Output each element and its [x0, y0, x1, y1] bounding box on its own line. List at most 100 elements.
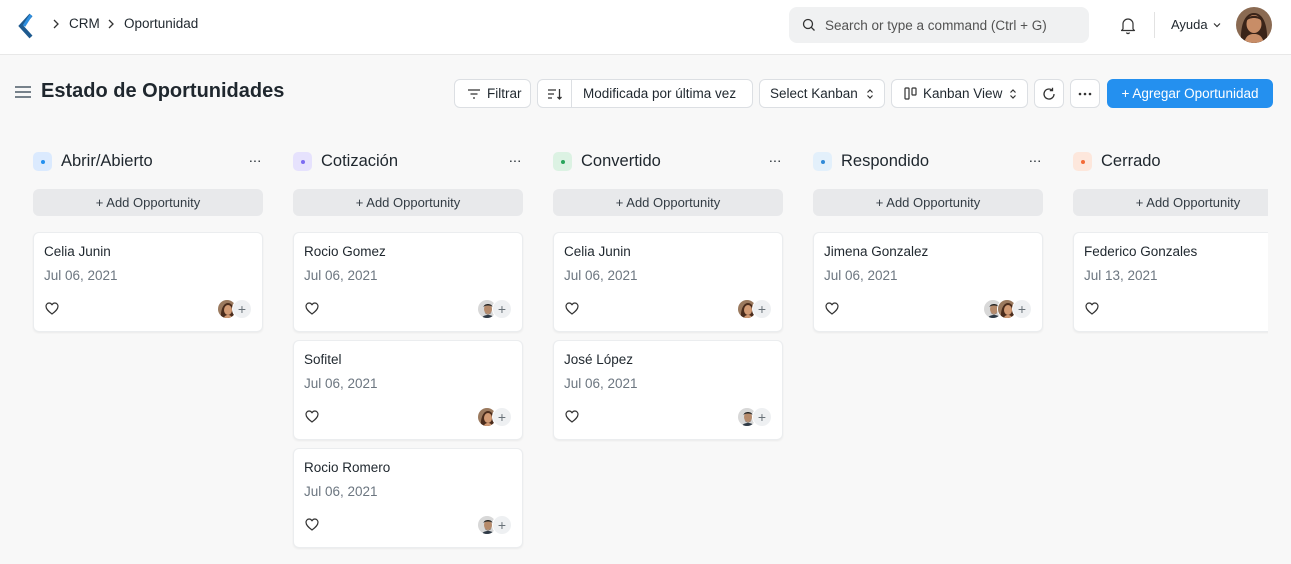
add-assignee-button[interactable]: +	[492, 407, 512, 427]
column-header: Cotización ···	[293, 150, 523, 174]
kanban-card[interactable]: Celia Junin Jul 06, 2021 +	[33, 232, 263, 332]
column-title[interactable]: Respondido	[841, 152, 929, 171]
view-switcher-button[interactable]: Kanban View	[891, 79, 1028, 108]
like-heart-icon[interactable]	[305, 410, 319, 423]
card-date: Jul 06, 2021	[44, 268, 118, 283]
sort-group: Modificada por última vez	[537, 79, 753, 108]
card-date: Jul 06, 2021	[304, 376, 378, 391]
column-menu-button[interactable]: ···	[1029, 152, 1042, 168]
column-header: Cerrado	[1073, 150, 1291, 174]
navbar-divider	[1154, 12, 1155, 38]
like-heart-icon[interactable]	[1085, 302, 1099, 315]
card-title: Celia Junin	[564, 244, 631, 259]
add-card-button[interactable]: + Add Opportunity	[813, 189, 1043, 216]
like-heart-icon[interactable]	[825, 302, 839, 315]
breadcrumb-crm[interactable]: CRM	[69, 16, 100, 31]
column-indicator	[553, 152, 572, 171]
column-menu-button[interactable]: ···	[509, 152, 522, 168]
card-date: Jul 06, 2021	[304, 268, 378, 283]
board-overflow-edge	[1268, 140, 1291, 564]
add-card-button[interactable]: + Add Opportunity	[33, 189, 263, 216]
select-kanban-button[interactable]: Select Kanban	[759, 79, 885, 108]
column-indicator	[813, 152, 832, 171]
column-title[interactable]: Abrir/Abierto	[61, 152, 153, 171]
column-indicator	[33, 152, 52, 171]
card-title: Federico Gonzales	[1084, 244, 1198, 259]
card-assignees: +	[217, 299, 252, 319]
like-heart-icon[interactable]	[305, 302, 319, 315]
more-actions-button[interactable]	[1070, 79, 1100, 108]
add-card-button[interactable]: + Add Opportunity	[1073, 189, 1291, 216]
select-arrows-icon	[866, 88, 873, 99]
add-opportunity-label: + Agregar Oportunidad	[1121, 86, 1259, 101]
card-title: Sofitel	[304, 352, 342, 367]
search-bar[interactable]	[789, 7, 1089, 43]
chevron-right-icon	[53, 19, 59, 29]
add-card-button[interactable]: + Add Opportunity	[293, 189, 523, 216]
breadcrumb-oportunidad[interactable]: Oportunidad	[124, 16, 198, 31]
search-icon	[802, 18, 815, 31]
card-date: Jul 13, 2021	[1084, 268, 1158, 283]
add-assignee-button[interactable]: +	[232, 299, 252, 319]
kanban-card[interactable]: Federico Gonzales Jul 13, 2021	[1073, 232, 1291, 332]
column-header: Abrir/Abierto ···	[33, 150, 263, 174]
like-heart-icon[interactable]	[565, 302, 579, 315]
sort-direction-button[interactable]	[538, 80, 572, 107]
card-title: Celia Junin	[44, 244, 111, 259]
refresh-icon	[1043, 87, 1055, 100]
column-menu-button[interactable]: ···	[249, 152, 262, 168]
kanban-card[interactable]: José López Jul 06, 2021 +	[553, 340, 783, 440]
filter-button[interactable]: Filtrar	[454, 79, 531, 108]
view-label: Kanban View	[923, 86, 1003, 101]
select-kanban-label: Select Kanban	[770, 86, 858, 101]
like-heart-icon[interactable]	[565, 410, 579, 423]
kanban-card[interactable]: Celia Junin Jul 06, 2021 +	[553, 232, 783, 332]
card-assignees: +	[737, 299, 772, 319]
card-title: José López	[564, 352, 634, 367]
kanban-card[interactable]: Rocio Romero Jul 06, 2021 +	[293, 448, 523, 548]
column-title[interactable]: Convertido	[581, 152, 661, 171]
column-header: Respondido ···	[813, 150, 1043, 174]
column-title[interactable]: Cerrado	[1101, 152, 1161, 171]
add-assignee-button[interactable]: +	[492, 515, 512, 535]
notification-bell-icon[interactable]	[1119, 16, 1137, 35]
kanban-card[interactable]: Jimena Gonzalez Jul 06, 2021 +	[813, 232, 1043, 332]
chevron-right-icon	[108, 19, 114, 29]
select-arrows-icon	[1010, 88, 1017, 99]
like-heart-icon[interactable]	[45, 302, 59, 315]
app-logo-icon[interactable]	[18, 13, 34, 39]
add-assignee-button[interactable]: +	[492, 299, 512, 319]
sort-field-button[interactable]: Modificada por última vez	[583, 86, 736, 101]
card-assignees: +	[737, 407, 772, 427]
kanban-card[interactable]: Sofitel Jul 06, 2021 +	[293, 340, 523, 440]
card-assignees: +	[983, 299, 1032, 319]
page-title: Estado de Oportunidades	[41, 80, 285, 102]
filter-label: Filtrar	[487, 86, 522, 101]
add-assignee-button[interactable]: +	[752, 407, 772, 427]
card-date: Jul 06, 2021	[564, 376, 638, 391]
card-assignees: +	[477, 407, 512, 427]
sidebar-toggle-icon[interactable]	[15, 85, 31, 99]
sort-icon	[547, 88, 562, 100]
card-title: Rocio Romero	[304, 460, 391, 475]
search-input[interactable]	[825, 7, 1080, 43]
kanban-card[interactable]: Rocio Gomez Jul 06, 2021 +	[293, 232, 523, 332]
like-heart-icon[interactable]	[305, 518, 319, 531]
add-assignee-button[interactable]: +	[752, 299, 772, 319]
more-horizontal-icon	[1078, 92, 1092, 95]
kanban-icon	[904, 87, 917, 100]
card-date: Jul 06, 2021	[824, 268, 898, 283]
user-avatar[interactable]	[1236, 7, 1272, 43]
column-title[interactable]: Cotización	[321, 152, 398, 171]
column-header: Convertido ···	[553, 150, 783, 174]
card-date: Jul 06, 2021	[304, 484, 378, 499]
help-dropdown[interactable]: Ayuda	[1171, 17, 1222, 32]
add-card-button[interactable]: + Add Opportunity	[553, 189, 783, 216]
column-menu-button[interactable]: ···	[769, 152, 782, 168]
column-indicator	[1073, 152, 1092, 171]
add-assignee-button[interactable]: +	[1012, 299, 1032, 319]
refresh-button[interactable]	[1034, 79, 1064, 108]
add-opportunity-button[interactable]: + Agregar Oportunidad	[1107, 79, 1273, 108]
help-label: Ayuda	[1171, 17, 1208, 32]
chevron-down-icon	[1213, 22, 1221, 27]
